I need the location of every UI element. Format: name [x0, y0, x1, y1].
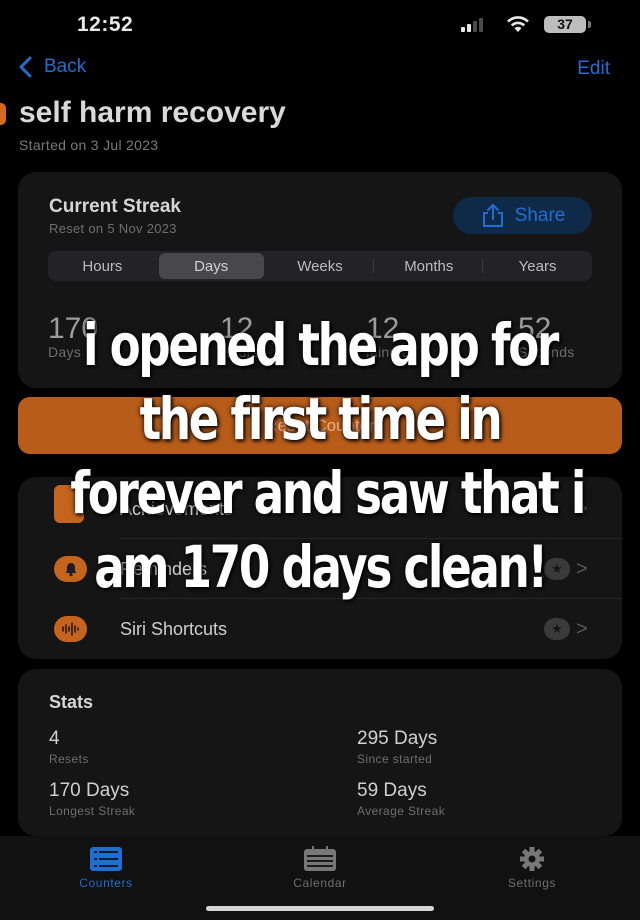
- list-item-reminders[interactable]: Reminders ★ >: [18, 539, 622, 599]
- segment-months[interactable]: Months: [373, 253, 481, 279]
- count-value: 170: [48, 312, 99, 345]
- count-value: 12: [220, 312, 254, 345]
- stat-label: Resets: [49, 752, 89, 766]
- share-label: Share: [514, 204, 566, 226]
- count-value: 12: [366, 312, 400, 345]
- segment-years[interactable]: Years: [482, 253, 590, 279]
- status-bar: 12:52 37: [0, 0, 640, 50]
- stat-label: Average Streak: [357, 804, 446, 818]
- tab-calendar[interactable]: Calendar: [260, 846, 380, 890]
- reset-date: Reset on 5 Nov 2023: [49, 221, 177, 236]
- stat-value: 59 Days: [357, 780, 427, 801]
- back-button[interactable]: Back: [18, 56, 86, 78]
- tab-label: Counters: [79, 876, 133, 890]
- count-label: Hours: [220, 344, 259, 360]
- chevron-left-icon: [19, 56, 32, 78]
- streak-counts: 170 Days 12 Hours 12 Minutes 52 Seconds: [48, 312, 598, 372]
- start-date: Started on 3 Jul 2023: [19, 137, 159, 153]
- current-streak-card: Current Streak Reset on 5 Nov 2023 Share…: [18, 172, 622, 388]
- segment-days[interactable]: Days: [158, 253, 264, 279]
- signal-icon: [461, 18, 483, 32]
- list-item-siri-shortcuts[interactable]: Siri Shortcuts ★ >: [18, 599, 622, 659]
- bell-icon: [54, 556, 87, 582]
- battery-icon: 37: [544, 16, 586, 33]
- stat-label: Since started: [357, 752, 433, 766]
- list-icon: [90, 847, 122, 871]
- wifi-icon: [507, 16, 529, 32]
- list-item-label: Achievements: [120, 498, 234, 519]
- gear-icon: [520, 847, 544, 871]
- count-minutes: 12 Minutes: [366, 312, 417, 360]
- stat-value: 170 Days: [49, 780, 130, 801]
- segment-weeks[interactable]: Weeks: [268, 253, 373, 279]
- list-item-label: Reminders: [120, 558, 208, 579]
- stat-label: Longest Streak: [49, 804, 136, 818]
- tab-label: Calendar: [293, 876, 347, 890]
- count-days: 170 Days: [48, 312, 98, 360]
- tab-settings[interactable]: Settings: [472, 846, 592, 890]
- streak-heading: Current Streak: [49, 196, 181, 217]
- chevron-right-icon: >: [576, 557, 588, 580]
- stat-longest-streak: 170 Days Longest Streak: [49, 780, 135, 818]
- edit-button[interactable]: Edit: [577, 58, 610, 80]
- chevron-right-icon: >: [576, 497, 588, 520]
- calendar-icon: [304, 846, 336, 871]
- stats-heading: Stats: [49, 692, 94, 712]
- unit-segmented-control: Hours Days Weeks Months Years: [48, 251, 592, 281]
- stat-average-streak: 59 Days Average Streak: [357, 780, 445, 818]
- stat-since-started: 295 Days Since started: [357, 728, 437, 766]
- stat-value: 4: [49, 728, 60, 749]
- count-label: Seconds: [518, 344, 575, 360]
- trophy-icon: [54, 485, 84, 523]
- stat-value: 295 Days: [357, 728, 438, 749]
- share-icon: [482, 203, 503, 227]
- status-time: 12:52: [77, 13, 134, 36]
- home-indicator[interactable]: [206, 906, 434, 911]
- premium-star-icon: ★: [544, 558, 570, 580]
- chevron-right-icon: >: [576, 617, 588, 640]
- count-label: Days: [48, 344, 82, 360]
- counter-color-dot: [0, 103, 6, 125]
- count-seconds: 52 Seconds: [518, 312, 575, 360]
- back-label: Back: [44, 56, 87, 77]
- count-label: Minutes: [366, 344, 418, 360]
- waveform-icon: [54, 616, 87, 642]
- reset-counter-button[interactable]: Reset Counter: [18, 397, 622, 454]
- premium-star-icon: ★: [544, 618, 570, 640]
- count-hours: 12 Hours: [220, 312, 259, 360]
- segment-hours[interactable]: Hours: [50, 253, 155, 279]
- battery-tip: [588, 21, 591, 28]
- page-title: self harm recovery: [19, 96, 286, 129]
- list-item-label: Siri Shortcuts: [120, 618, 228, 639]
- tab-counters[interactable]: Counters: [46, 846, 166, 890]
- stat-resets: 4 Resets: [49, 728, 89, 766]
- options-list: Achievements > Reminders ★ > Siri Shortc…: [18, 477, 622, 659]
- stats-card: Stats 4 Resets 295 Days Since started 17…: [18, 669, 622, 836]
- tab-label: Settings: [507, 876, 557, 890]
- list-item-achievements[interactable]: Achievements >: [18, 479, 622, 539]
- count-value: 52: [518, 312, 552, 345]
- share-button[interactable]: Share: [453, 197, 592, 234]
